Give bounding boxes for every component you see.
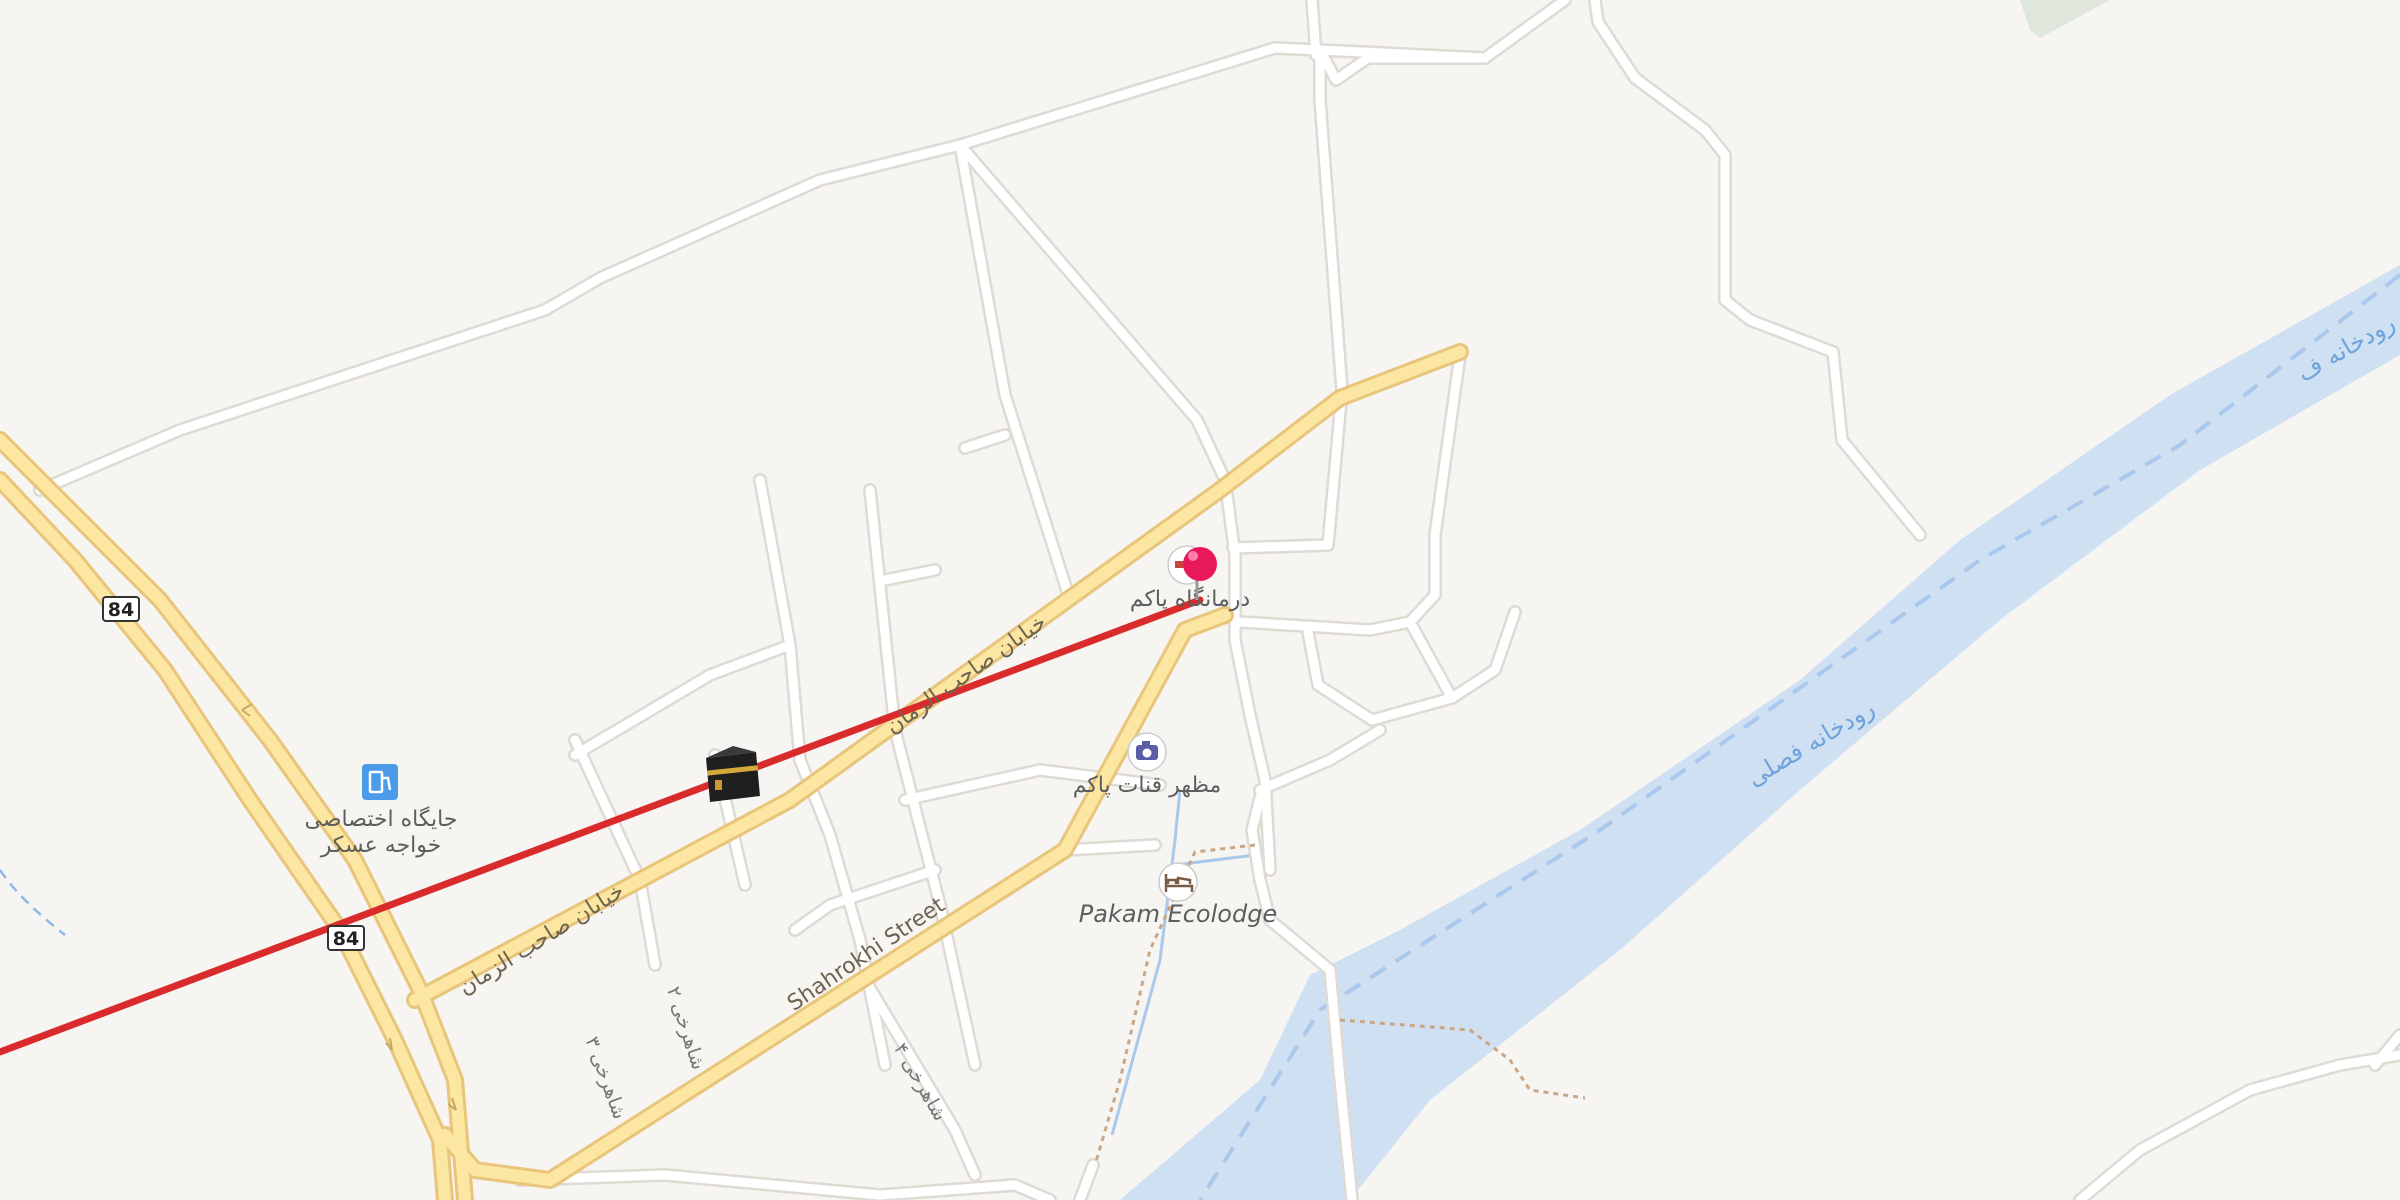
road-shield-label: 84 bbox=[333, 928, 359, 950]
fuel-station-label-line1: جایگاه اختصاصی bbox=[305, 806, 458, 832]
viewpoint-label: مظهر قنات پاکم bbox=[1073, 773, 1222, 798]
oneway-arrows bbox=[241, 703, 457, 1111]
road-shield-label: 84 bbox=[108, 599, 134, 621]
viewpoint-poi[interactable]: مظهر قنات پاکم bbox=[1073, 732, 1222, 798]
fuel-station-poi[interactable]: جایگاه اختصاصی خواجه عسکر bbox=[305, 764, 458, 858]
street-label-saheb-upper: خیابان صاحب الزمان bbox=[881, 610, 1051, 740]
ecolodge-label: Pakam Ecolodge bbox=[1079, 900, 1277, 928]
stream-branch bbox=[1174, 853, 1256, 867]
ecolodge-poi[interactable]: Pakam Ecolodge bbox=[1079, 862, 1277, 928]
street-label-shahrokhi-2: شاهرخی ۲ bbox=[662, 984, 710, 1073]
fuel-station-label-line2: خواجه عسکر bbox=[320, 833, 442, 858]
road-shield-84-lower: 84 bbox=[327, 925, 365, 951]
road-shield-84-upper: 84 bbox=[102, 596, 140, 622]
map-canvas[interactable]: 84 84 Shahrokhi Street خیابان صاحب الزما… bbox=[0, 0, 2400, 1200]
fuel-pump-icon[interactable] bbox=[362, 764, 398, 800]
clinic-label: درمانگاه پاکم bbox=[1130, 586, 1250, 612]
park-area bbox=[2020, 0, 2110, 38]
river-area bbox=[1120, 265, 2400, 1200]
street-label-saheb-lower: خیابان صاحب الزمان bbox=[454, 879, 628, 1001]
stream-west bbox=[0, 869, 66, 936]
street-label-shahrokhi-4: شاهرخی ۴ bbox=[889, 1039, 951, 1125]
street-label-shahrokhi-3: شاهرخی ۳ bbox=[581, 1034, 631, 1122]
map-svg[interactable]: 84 84 Shahrokhi Street خیابان صاحب الزما… bbox=[0, 0, 2400, 1200]
route-line bbox=[0, 596, 1204, 1056]
kaaba-icon[interactable] bbox=[706, 746, 760, 802]
